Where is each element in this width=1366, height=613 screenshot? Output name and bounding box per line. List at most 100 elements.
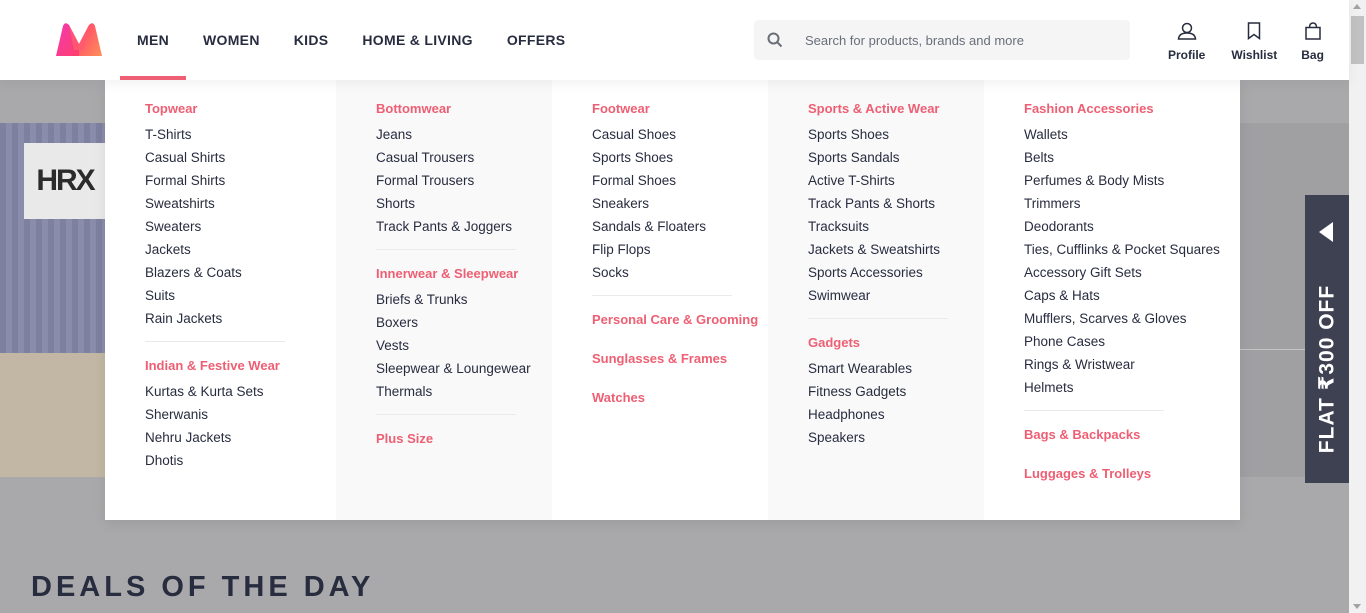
menu-link[interactable]: Perfumes & Body Mists: [1024, 169, 1240, 192]
menu-link[interactable]: Casual Shoes: [592, 123, 768, 146]
menu-link[interactable]: Accessory Gift Sets: [1024, 261, 1240, 284]
nav-home-living[interactable]: HOME & LIVING: [345, 0, 489, 80]
category-topwear[interactable]: Topwear: [145, 100, 336, 117]
menu-link[interactable]: Sweaters: [145, 215, 336, 238]
menu-divider: [1024, 410, 1164, 411]
menu-link[interactable]: Sports Sandals: [808, 146, 984, 169]
menu-link[interactable]: Casual Trousers: [376, 146, 552, 169]
collapse-arrow-icon[interactable]: [1319, 222, 1333, 242]
menu-link[interactable]: Active T-Shirts: [808, 169, 984, 192]
category-sunglasses-frames[interactable]: Sunglasses & Frames: [592, 350, 768, 367]
profile-button[interactable]: Profile: [1168, 22, 1205, 62]
menu-link[interactable]: Shorts: [376, 192, 552, 215]
menu-link[interactable]: Dhotis: [145, 449, 336, 472]
category-fashion-accessories[interactable]: Fashion Accessories: [1024, 100, 1240, 117]
menu-link[interactable]: Phone Cases: [1024, 330, 1240, 353]
menu-link[interactable]: Tracksuits: [808, 215, 984, 238]
page-scrollbar[interactable]: [1349, 0, 1366, 613]
menu-link[interactable]: Vests: [376, 334, 552, 357]
menu-link[interactable]: Formal Shirts: [145, 169, 336, 192]
myntra-logo-icon[interactable]: [54, 20, 104, 60]
category-luggages-trolleys[interactable]: Luggages & Trolleys: [1024, 465, 1240, 482]
menu-link[interactable]: Blazers & Coats: [145, 261, 336, 284]
menu-link[interactable]: Formal Trousers: [376, 169, 552, 192]
header-actions: Profile Wishlist Bag: [1160, 22, 1332, 62]
promo-label: FLAT ₹300 OFF: [1315, 284, 1339, 454]
category-bags-backpacks[interactable]: Bags & Backpacks: [1024, 426, 1240, 443]
menu-link[interactable]: Suits: [145, 284, 336, 307]
category-personal-care-grooming[interactable]: Personal Care & Grooming: [592, 311, 768, 328]
menu-link[interactable]: Mufflers, Scarves & Gloves: [1024, 307, 1240, 330]
menu-divider: [376, 414, 516, 415]
menu-link[interactable]: Formal Shoes: [592, 169, 768, 192]
category-sports-active-wear[interactable]: Sports & Active Wear: [808, 100, 984, 117]
category-plus-size[interactable]: Plus Size: [376, 430, 552, 447]
menu-link[interactable]: Rings & Wristwear: [1024, 353, 1240, 376]
menu-link[interactable]: Briefs & Trunks: [376, 288, 552, 311]
menu-divider: [592, 295, 732, 296]
category-indian-festive-wear[interactable]: Indian & Festive Wear: [145, 357, 336, 374]
category-footwear[interactable]: Footwear: [592, 100, 768, 117]
menu-link[interactable]: Headphones: [808, 403, 984, 426]
search-icon[interactable]: [755, 32, 795, 48]
scroll-thumb[interactable]: [1351, 16, 1364, 64]
nav-men[interactable]: MEN: [120, 0, 187, 80]
search-bar: [754, 20, 1130, 60]
menu-link[interactable]: Deodorants: [1024, 215, 1240, 238]
bag-button[interactable]: Bag: [1301, 22, 1324, 62]
nav-women[interactable]: WOMEN: [186, 0, 277, 80]
menu-link[interactable]: Wallets: [1024, 123, 1240, 146]
accessories-list: Wallets Belts Perfumes & Body Mists Trim…: [1024, 123, 1240, 399]
menu-link[interactable]: Swimwear: [808, 284, 984, 307]
wishlist-button[interactable]: Wishlist: [1231, 22, 1277, 62]
scroll-up-icon[interactable]: [1353, 4, 1361, 9]
menu-link[interactable]: Jackets & Sweatshirts: [808, 238, 984, 261]
flat-300-off-promo-tab[interactable]: FLAT ₹300 OFF: [1305, 195, 1349, 483]
wishlist-icon: [1247, 22, 1261, 45]
category-bottomwear[interactable]: Bottomwear: [376, 100, 552, 117]
menu-link[interactable]: Kurtas & Kurta Sets: [145, 380, 336, 403]
category-watches[interactable]: Watches: [592, 389, 768, 406]
menu-link[interactable]: Trimmers: [1024, 192, 1240, 215]
menu-link[interactable]: Casual Shirts: [145, 146, 336, 169]
nav-offers[interactable]: OFFERS: [490, 0, 583, 80]
menu-link[interactable]: Track Pants & Joggers: [376, 215, 552, 238]
search-input[interactable]: [795, 21, 1129, 59]
menu-link[interactable]: Sandals & Floaters: [592, 215, 768, 238]
menu-column-5: Fashion Accessories Wallets Belts Perfum…: [984, 80, 1240, 520]
menu-link[interactable]: Belts: [1024, 146, 1240, 169]
scroll-down-icon[interactable]: [1353, 604, 1361, 609]
menu-link[interactable]: Ties, Cufflinks & Pocket Squares: [1024, 238, 1240, 261]
menu-link[interactable]: Sweatshirts: [145, 192, 336, 215]
menu-link[interactable]: Sherwanis: [145, 403, 336, 426]
menu-link[interactable]: Sports Shoes: [592, 146, 768, 169]
footwear-list: Casual Shoes Sports Shoes Formal Shoes S…: [592, 123, 768, 284]
menu-link[interactable]: T-Shirts: [145, 123, 336, 146]
main-nav: MEN WOMEN KIDS HOME & LIVING OFFERS: [120, 0, 582, 80]
menu-link[interactable]: Fitness Gadgets: [808, 380, 984, 403]
menu-link[interactable]: Sleepwear & Loungewear: [376, 357, 552, 380]
menu-link[interactable]: Caps & Hats: [1024, 284, 1240, 307]
nav-kids[interactable]: KIDS: [277, 0, 346, 80]
menu-link[interactable]: Boxers: [376, 311, 552, 334]
category-innerwear-sleepwear[interactable]: Innerwear & Sleepwear: [376, 265, 552, 282]
menu-link[interactable]: Thermals: [376, 380, 552, 403]
menu-link[interactable]: Helmets: [1024, 376, 1240, 399]
menu-link[interactable]: Sports Shoes: [808, 123, 984, 146]
menu-link[interactable]: Jackets: [145, 238, 336, 261]
menu-link[interactable]: Rain Jackets: [145, 307, 336, 330]
bottomwear-list: Jeans Casual Trousers Formal Trousers Sh…: [376, 123, 552, 238]
menu-link[interactable]: Flip Flops: [592, 238, 768, 261]
menu-link[interactable]: Socks: [592, 261, 768, 284]
menu-link[interactable]: Speakers: [808, 426, 984, 449]
menu-link[interactable]: Nehru Jackets: [145, 426, 336, 449]
hrx-logo: HRX: [24, 143, 106, 219]
menu-link[interactable]: Track Pants & Shorts: [808, 192, 984, 215]
category-gadgets[interactable]: Gadgets: [808, 334, 984, 351]
menu-link[interactable]: Smart Wearables: [808, 357, 984, 380]
menu-link[interactable]: Sports Accessories: [808, 261, 984, 284]
menu-link[interactable]: Jeans: [376, 123, 552, 146]
menu-divider: [376, 249, 516, 250]
menu-column-2: Bottomwear Jeans Casual Trousers Formal …: [336, 80, 552, 520]
menu-link[interactable]: Sneakers: [592, 192, 768, 215]
